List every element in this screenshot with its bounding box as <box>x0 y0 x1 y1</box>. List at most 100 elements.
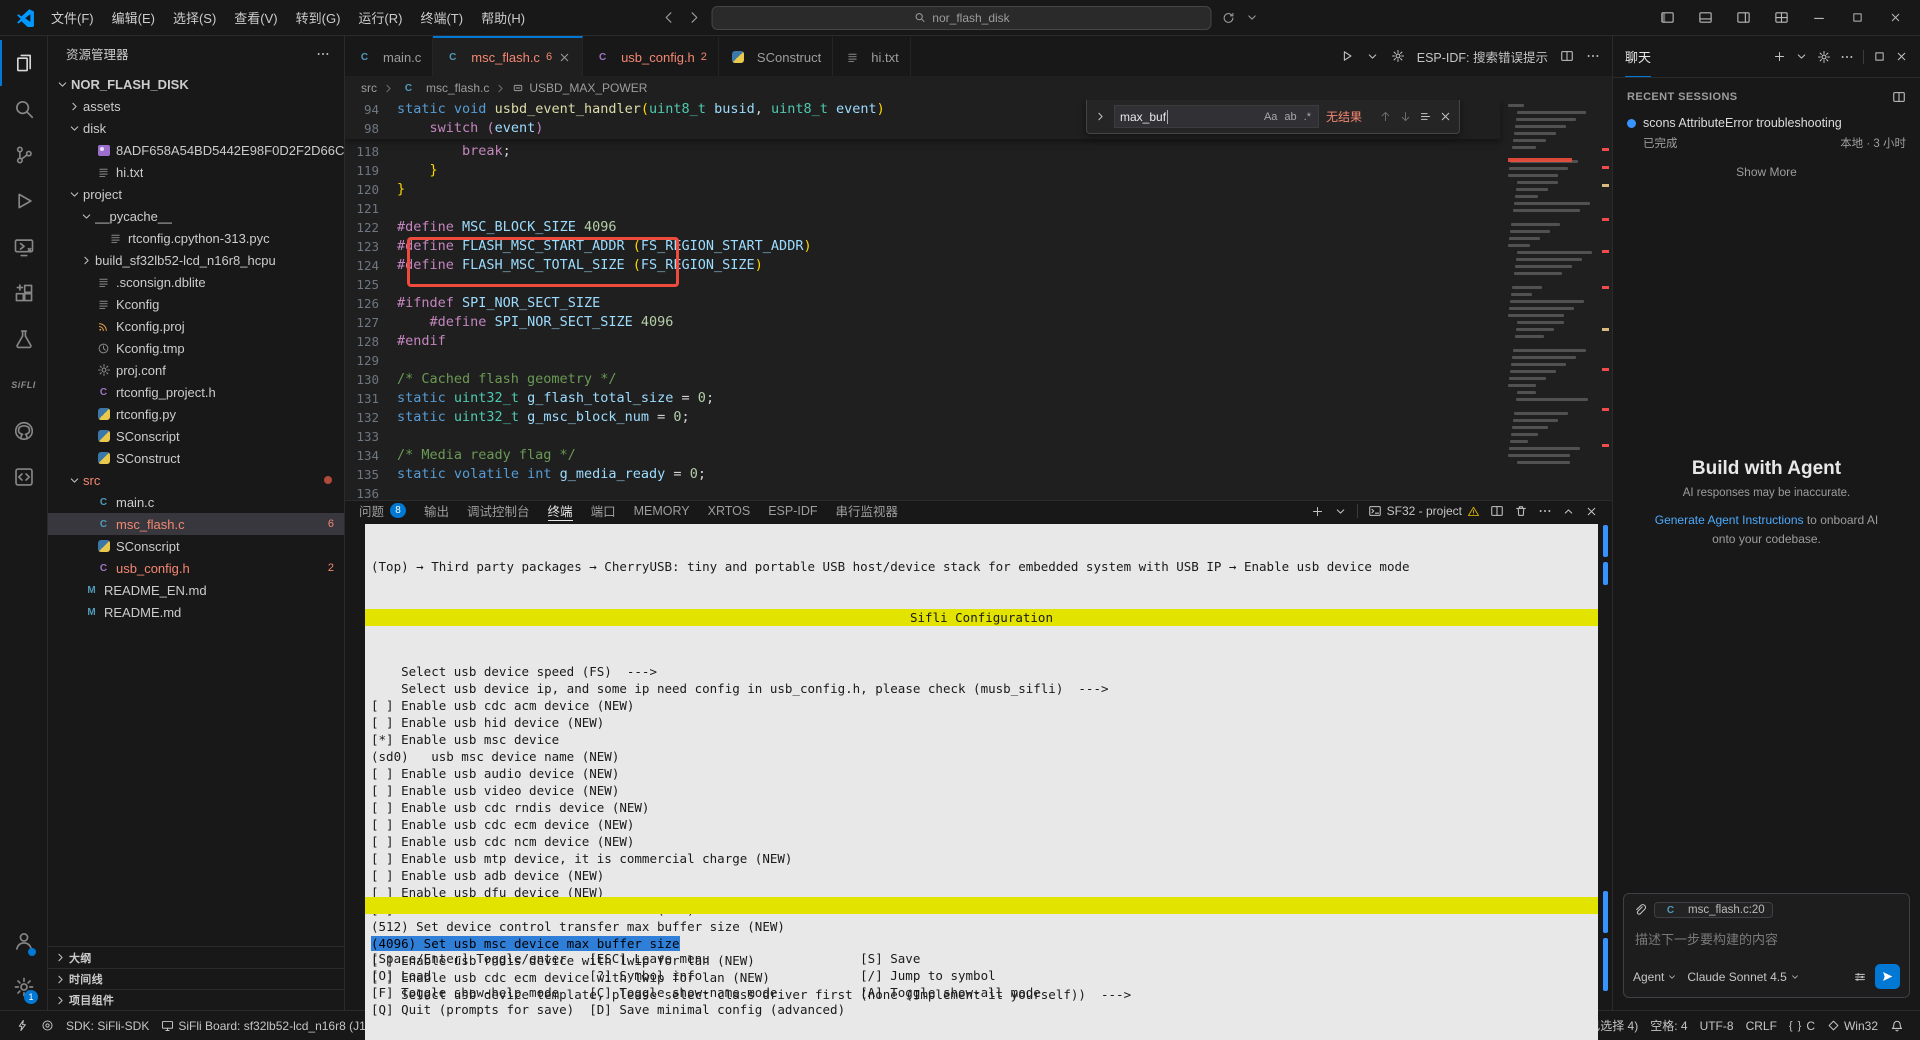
tree-item-Kconfig-tmp[interactable]: Kconfig.tmp <box>48 337 344 359</box>
split-terminal-icon[interactable] <box>1490 504 1504 518</box>
close-tab-icon[interactable] <box>558 51 571 64</box>
toggle-panel-icon[interactable] <box>1688 3 1722 33</box>
platform[interactable]: Win32 <box>1821 1015 1884 1037</box>
close-chat-icon[interactable] <box>1895 50 1908 63</box>
nav-forward-icon[interactable] <box>687 10 702 25</box>
terminal-dropdown-icon[interactable] <box>1334 505 1347 518</box>
activity-sifli-tools[interactable]: SiFLI <box>0 362 47 408</box>
tree-item-README-md[interactable]: MREADME.md <box>48 601 344 623</box>
sdk-label[interactable]: SDK: SiFli-SDK <box>60 1015 155 1037</box>
columns-icon[interactable] <box>1892 90 1906 104</box>
mode-picker[interactable]: Agent <box>1633 970 1677 984</box>
breadcrumb[interactable]: srcCmsc_flash.cUSBD_MAX_POWER <box>345 76 1612 100</box>
terminal-scrollbar[interactable] <box>1603 521 1609 1040</box>
panel-tab-MEMORY[interactable]: MEMORY <box>634 501 690 521</box>
tree-item-SConscript[interactable]: SConscript <box>48 535 344 557</box>
find-input[interactable]: max_buf Aa ab .* <box>1114 105 1319 128</box>
run-dropdown-icon[interactable] <box>1366 50 1379 63</box>
terminal-view[interactable]: (Top) → Third party packages → CherryUSB… <box>345 521 1612 1040</box>
find-next-icon[interactable] <box>1399 110 1412 123</box>
breadcrumb-segment[interactable]: USBD_MAX_POWER <box>529 81 647 95</box>
tree-item-assets[interactable]: assets <box>48 95 344 117</box>
tree-item-8ADF658A54BD5442E98F0D2F2D66C79B-png[interactable]: 8ADF658A54BD5442E98F0D2F2D66C79B.png <box>48 139 344 161</box>
indentation[interactable]: 空格: 4 <box>1644 1015 1693 1037</box>
tab-usb_config-h[interactable]: Cusb_config.h2 <box>583 36 719 76</box>
run-file-icon[interactable] <box>1340 49 1354 63</box>
activity-project-config[interactable] <box>0 454 47 500</box>
flash-icon[interactable] <box>10 1015 35 1037</box>
sidebar-section-大纲[interactable]: 大纲 <box>48 947 344 968</box>
encoding[interactable]: UTF-8 <box>1694 1015 1740 1037</box>
tab-SConstruct[interactable]: SConstruct <box>719 36 833 76</box>
espidf-search-error-button[interactable]: ESP-IDF: 搜索错误提示 <box>1417 47 1548 66</box>
run-task-icon[interactable] <box>1222 11 1236 25</box>
activity-remote-explorer[interactable] <box>0 224 47 270</box>
panel-tab-串行监视器[interactable]: 串行监视器 <box>836 501 899 521</box>
more-actions-icon[interactable] <box>1538 504 1552 518</box>
language-mode[interactable]: { }C <box>1783 1015 1821 1037</box>
tab-chat[interactable]: 聊天 <box>1625 36 1651 77</box>
minimap[interactable] <box>1506 100 1598 500</box>
command-center-search[interactable]: nor_flash_disk <box>712 6 1212 30</box>
activity-github[interactable] <box>0 408 47 454</box>
minimize-button[interactable] <box>1802 3 1836 33</box>
sidebar-section-时间线[interactable]: 时间线 <box>48 968 344 989</box>
tab-main-c[interactable]: Cmain.c <box>345 36 433 76</box>
attach-context-icon[interactable] <box>1633 903 1647 917</box>
panel-tab-输出[interactable]: 输出 <box>424 501 449 521</box>
code-editor[interactable]: 94static void usbd_event_handler(uint8_t… <box>345 100 1612 500</box>
activity-manage[interactable]: 1 <box>0 964 47 1010</box>
tree-item-Kconfig-proj[interactable]: Kconfig.proj <box>48 315 344 337</box>
close-panel-icon[interactable] <box>1585 505 1598 518</box>
settings-gear-icon[interactable] <box>1391 49 1405 63</box>
breadcrumb-segment[interactable]: src <box>361 81 377 95</box>
tree-item-hi-txt[interactable]: hi.txt <box>48 161 344 183</box>
more-actions-icon[interactable] <box>316 47 330 61</box>
open-in-editor-icon[interactable] <box>1873 50 1886 63</box>
notifications-icon[interactable] <box>1884 1015 1910 1037</box>
tree-item-proj-conf[interactable]: proj.conf <box>48 359 344 381</box>
tree-item-disk[interactable]: disk <box>48 117 344 139</box>
panel-tab-ESP-IDF[interactable]: ESP-IDF <box>768 501 817 521</box>
maximize-button[interactable] <box>1840 3 1874 33</box>
tree-item-build_sf32lb52-lcd_n16r8_hcpu[interactable]: build_sf32lb52-lcd_n16r8_hcpu <box>48 249 344 271</box>
toggle-secondary-sidebar-icon[interactable] <box>1726 3 1760 33</box>
activity-source-control[interactable] <box>0 132 47 178</box>
tab-msc_flash-c[interactable]: Cmsc_flash.c6 <box>433 36 583 76</box>
tree-item-SConscript[interactable]: SConscript <box>48 425 344 447</box>
chat-composer[interactable]: C msc_flash.c:20 描述下一步要构建的内容 Agent Claud… <box>1623 893 1910 998</box>
tree-item-main-c[interactable]: Cmain.c <box>48 491 344 513</box>
new-chat-icon[interactable] <box>1773 50 1786 63</box>
panel-tab-问题[interactable]: 问题8 <box>359 501 406 521</box>
menu-R[interactable]: 运行(R) <box>349 4 411 31</box>
tree-item-src[interactable]: src <box>48 469 344 491</box>
tree-item-Kconfig[interactable]: Kconfig <box>48 293 344 315</box>
chat-input[interactable]: 描述下一步要构建的内容 <box>1635 929 1898 948</box>
activity-explorer[interactable] <box>0 40 47 86</box>
customize-layout-icon[interactable] <box>1764 3 1798 33</box>
menu-G[interactable]: 转到(G) <box>287 4 350 31</box>
whole-word-icon[interactable]: ab <box>1282 111 1298 123</box>
find-previous-icon[interactable] <box>1379 110 1392 123</box>
activity-testing[interactable] <box>0 316 47 362</box>
close-window-button[interactable] <box>1878 3 1912 33</box>
tree-item-usb_config-h[interactable]: Cusb_config.h2 <box>48 557 344 579</box>
new-terminal-icon[interactable] <box>1311 505 1324 518</box>
panel-tab-调试控制台[interactable]: 调试控制台 <box>467 501 530 521</box>
menu-V[interactable]: 查看(V) <box>225 4 286 31</box>
menu-T[interactable]: 终端(T) <box>411 4 472 31</box>
tree-item-project[interactable]: project <box>48 183 344 205</box>
maximize-panel-icon[interactable] <box>1562 505 1575 518</box>
panel-tab-XRTOS[interactable]: XRTOS <box>708 501 751 521</box>
chevron-down-icon[interactable] <box>1246 11 1259 24</box>
toggle-sidebar-icon[interactable] <box>1650 3 1684 33</box>
terminal-session-chip[interactable]: SF32 - project <box>1368 504 1480 518</box>
tree-item-rtconfig-py[interactable]: rtconfig.py <box>48 403 344 425</box>
breadcrumb-segment[interactable]: msc_flash.c <box>426 81 489 95</box>
toggle-replace-icon[interactable] <box>1094 110 1107 123</box>
tree-item-NOR_FLASH_DISK[interactable]: NOR_FLASH_DISK <box>48 73 344 95</box>
send-button[interactable] <box>1875 964 1900 989</box>
activity-accounts[interactable] <box>0 918 47 964</box>
model-picker[interactable]: Claude Sonnet 4.5 <box>1687 970 1799 984</box>
panel-tab-端口[interactable]: 端口 <box>591 501 616 521</box>
